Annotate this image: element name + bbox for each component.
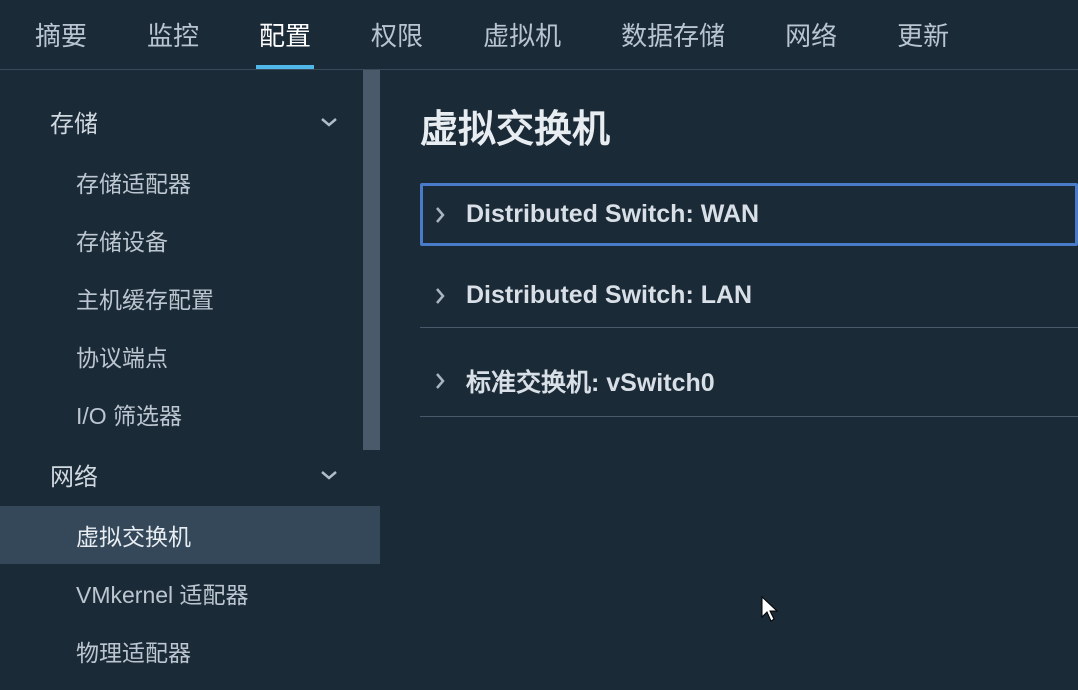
sidebar-item-protocol-endpoints[interactable]: 协议端点 xyxy=(0,327,380,385)
chevron-right-icon xyxy=(432,373,448,389)
sidebar-section-label: 存储 xyxy=(50,104,98,139)
switch-label: 标准交换机: vSwitch0 xyxy=(466,363,715,399)
page-title: 虚拟交换机 xyxy=(420,98,1078,153)
tab-monitor[interactable]: 监控 xyxy=(132,0,214,69)
tab-datastores[interactable]: 数据存储 xyxy=(606,0,740,69)
sidebar-item-io-filters[interactable]: I/O 筛选器 xyxy=(0,385,380,443)
switch-label: Distributed Switch: WAN xyxy=(466,200,759,229)
sidebar-item-virtual-switches[interactable]: 虚拟交换机 xyxy=(0,506,380,564)
tab-summary[interactable]: 摘要 xyxy=(20,0,102,69)
switch-item-vswitch0[interactable]: 标准交换机: vSwitch0 xyxy=(420,346,1078,417)
sidebar-section-networking[interactable]: 网络 xyxy=(0,443,380,506)
tab-updates[interactable]: 更新 xyxy=(882,0,964,69)
main-container: 存储 存储适配器 存储设备 主机缓存配置 协议端点 I/O 筛选器 网络 虚拟交… xyxy=(0,70,1078,690)
chevron-down-icon xyxy=(318,464,340,486)
sidebar-section-storage[interactable]: 存储 xyxy=(0,90,380,153)
tab-permissions[interactable]: 权限 xyxy=(356,0,438,69)
scrollbar[interactable] xyxy=(363,70,380,450)
chevron-down-icon xyxy=(318,111,340,133)
sidebar-item-tcpip-config[interactable]: TCP/IP 配置 xyxy=(0,680,380,690)
switch-item-lan[interactable]: Distributed Switch: LAN xyxy=(420,264,1078,328)
tab-networks[interactable]: 网络 xyxy=(770,0,852,69)
switch-item-wan[interactable]: Distributed Switch: WAN xyxy=(420,183,1078,246)
sidebar-item-storage-adapters[interactable]: 存储适配器 xyxy=(0,153,380,211)
switch-label: Distributed Switch: LAN xyxy=(466,281,752,310)
content-area: 虚拟交换机 Distributed Switch: WAN Distribute… xyxy=(380,70,1078,690)
sidebar-item-host-cache[interactable]: 主机缓存配置 xyxy=(0,269,380,327)
tabs-bar: 摘要 监控 配置 权限 虚拟机 数据存储 网络 更新 xyxy=(0,0,1078,70)
tab-vms[interactable]: 虚拟机 xyxy=(468,0,576,69)
sidebar-item-vmkernel-adapters[interactable]: VMkernel 适配器 xyxy=(0,564,380,622)
sidebar-section-label: 网络 xyxy=(50,457,98,492)
sidebar: 存储 存储适配器 存储设备 主机缓存配置 协议端点 I/O 筛选器 网络 虚拟交… xyxy=(0,70,380,690)
chevron-right-icon xyxy=(432,207,448,223)
tab-configure[interactable]: 配置 xyxy=(244,0,326,69)
sidebar-item-storage-devices[interactable]: 存储设备 xyxy=(0,211,380,269)
switch-list: Distributed Switch: WAN Distributed Swit… xyxy=(420,183,1078,417)
sidebar-item-physical-adapters[interactable]: 物理适配器 xyxy=(0,622,380,680)
chevron-right-icon xyxy=(432,288,448,304)
